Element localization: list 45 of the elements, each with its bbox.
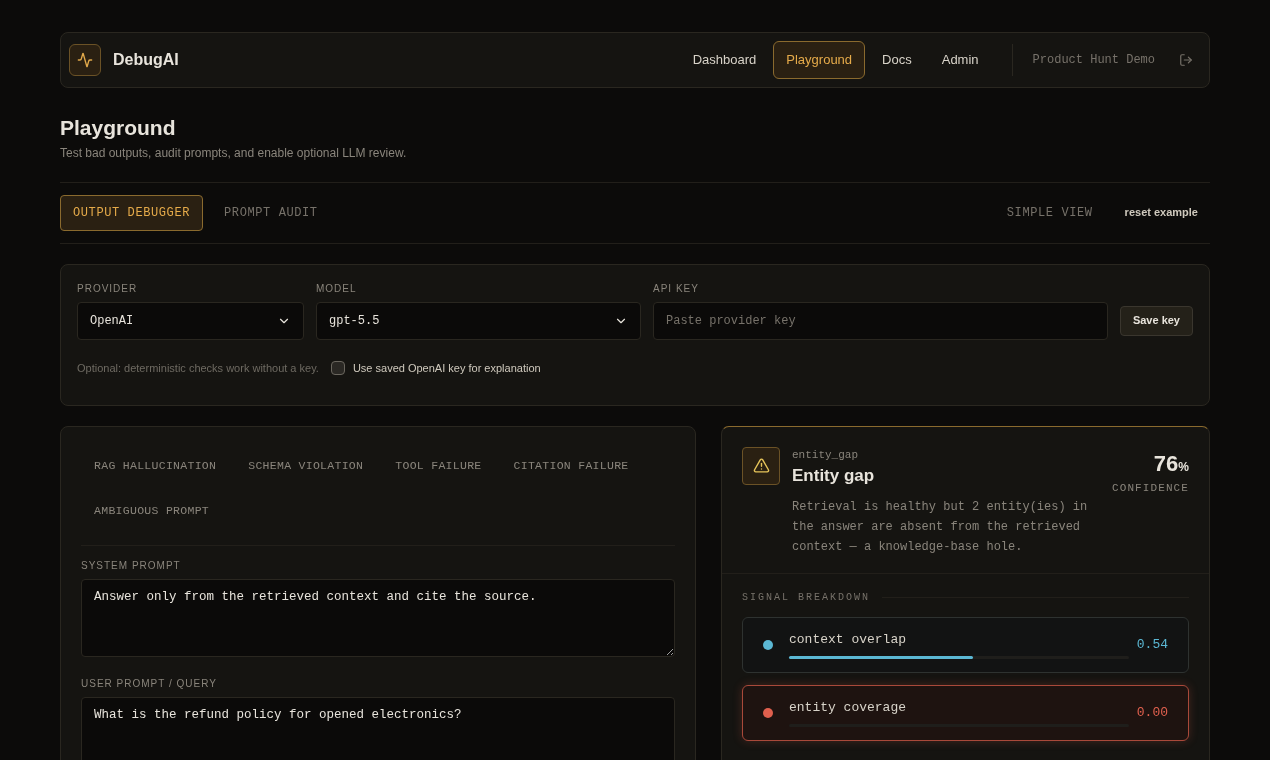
simple-view-toggle[interactable]: SIMPLE VIEW <box>1006 203 1093 222</box>
logout-icon[interactable] <box>1179 53 1193 67</box>
warning-icon <box>742 446 780 485</box>
field-label: API KEY <box>653 281 700 296</box>
signal-name: context overlap <box>789 631 908 650</box>
reset-example-link[interactable]: reset example <box>1124 204 1198 221</box>
mode-tab[interactable]: PROMPT AUDIT <box>211 194 331 231</box>
select-field[interactable]: gpt-5.5 <box>316 301 641 340</box>
nav-link[interactable]: Admin <box>928 41 992 79</box>
confidence-value: 76 <box>1153 449 1179 478</box>
nav-link[interactable]: Dashboard <box>679 41 770 79</box>
scenario-tab[interactable]: AMBIGUOUS PROMPT <box>81 491 223 530</box>
nav-link[interactable]: Docs <box>869 41 925 79</box>
prompt-textarea[interactable]: What is the refund policy for opened electronics? <box>81 696 675 760</box>
result-description: Retrieval is healthy but 2 entity(ies) in the answer are absent from the retrieved context — a knowledge-base hole. <box>792 498 1089 556</box>
signal-name: entity coverage <box>789 699 908 718</box>
field-label: SYSTEM PROMPT <box>81 558 182 573</box>
signal-value: 0.54 <box>1136 635 1168 654</box>
api-key-field[interactable]: Paste provider key <box>653 301 1108 340</box>
brand-name: DebugAI <box>113 50 179 70</box>
result-title: Entity gap <box>792 465 876 487</box>
scenario-tab[interactable]: CITATION FAILURE <box>500 446 642 485</box>
scenario-tab[interactable]: SCHEMA VIOLATION <box>235 446 377 485</box>
field-label: USER PROMPT / QUERY <box>81 676 218 691</box>
section-label: SIGNAL BREAKDOWN <box>742 590 870 605</box>
signal-value: 0.00 <box>1136 703 1168 722</box>
field-label: PROVIDER <box>77 281 139 296</box>
save-key-button[interactable]: Save key <box>1119 305 1193 336</box>
page-title: Playground <box>60 115 177 141</box>
mode-tab[interactable]: OUTPUT DEBUGGER <box>60 194 204 231</box>
page-subtitle: Test bad outputs, audit prompts, and enable optional LLM review. <box>60 144 408 162</box>
result-code: entity_gap <box>792 447 859 463</box>
checkbox[interactable] <box>330 360 345 375</box>
prompt-textarea[interactable]: Answer only from the retrieved context and cite the source. <box>81 578 675 657</box>
key-note: Optional: deterministic checks work without a key. <box>77 360 319 376</box>
scenario-tab[interactable]: TOOL FAILURE <box>382 446 495 485</box>
pulse-icon <box>69 44 101 76</box>
confidence-unit: % <box>1178 459 1189 476</box>
field-label: MODEL <box>316 281 358 296</box>
confidence-label: CONFIDENCE <box>1112 480 1189 496</box>
checkbox-label: Use saved OpenAI key for explanation <box>352 360 541 376</box>
nav-link[interactable]: Playground <box>773 41 866 79</box>
user-name: Product Hunt Demo <box>1032 52 1155 69</box>
select-field[interactable]: OpenAI <box>77 301 304 340</box>
scenario-tab[interactable]: RAG HALLUCINATION <box>81 446 230 485</box>
